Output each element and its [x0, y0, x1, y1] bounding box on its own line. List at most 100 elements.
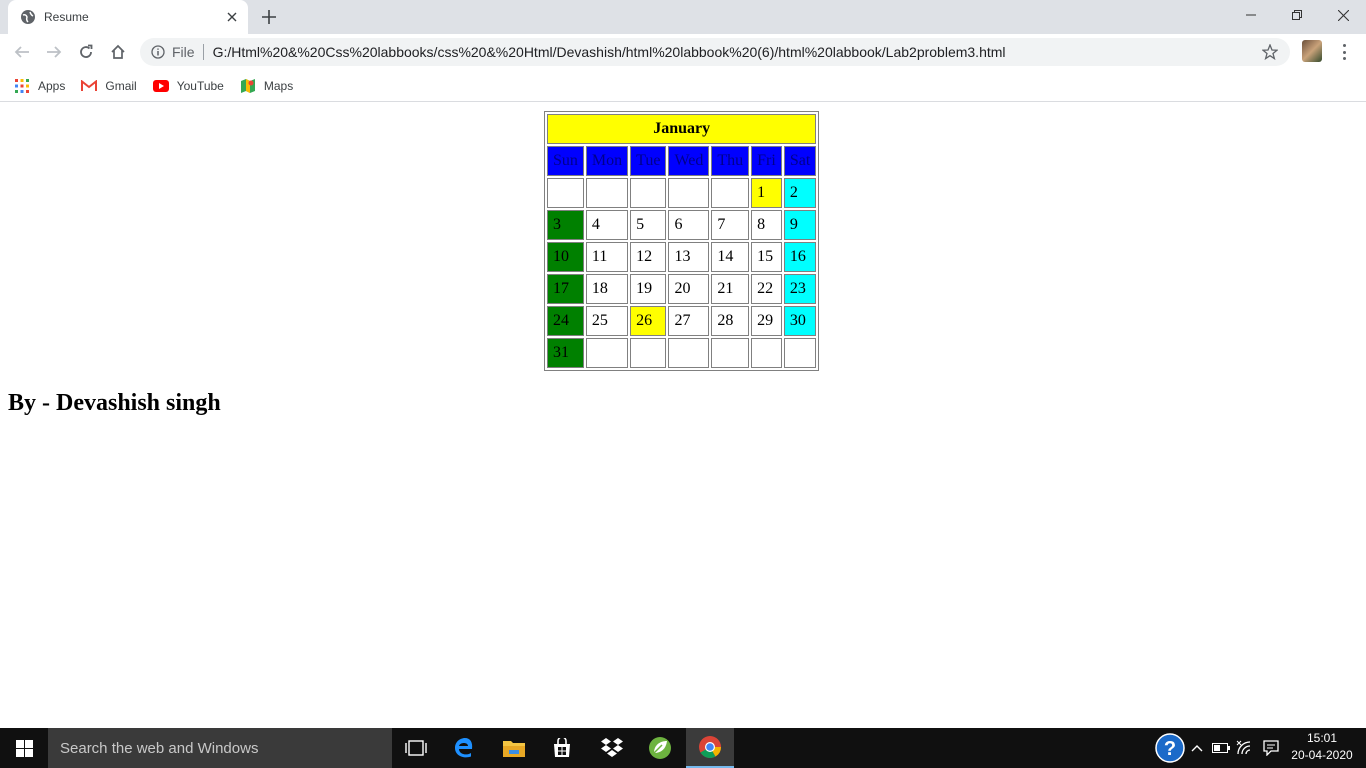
calendar-day-cell-sunday: 10 [547, 242, 584, 272]
calendar-week-row: 1 2 [547, 178, 817, 208]
chevron-up-icon[interactable] [1188, 728, 1206, 768]
dow-tue: Tue [630, 146, 667, 176]
minimize-button[interactable] [1228, 0, 1274, 30]
author-byline: By - Devashish singh [8, 390, 221, 416]
home-icon[interactable] [104, 38, 132, 66]
dow-wed: Wed [668, 146, 710, 176]
system-clock[interactable]: 15:01 20-04-2020 [1284, 730, 1360, 766]
calendar-day-cell: 6 [668, 210, 710, 240]
chrome-taskbar-icon[interactable] [686, 728, 734, 768]
close-window-button[interactable] [1320, 0, 1366, 30]
calendar-day-cell [751, 338, 782, 368]
calendar-day-cell: 14 [711, 242, 750, 272]
bookmark-gmail[interactable]: Gmail [81, 78, 137, 94]
globe-icon [20, 9, 36, 25]
wifi-icon[interactable] [1234, 728, 1258, 768]
calendar-day-cell: 20 [668, 274, 710, 304]
dow-sun: Sun [547, 146, 584, 176]
calendar-day-cell [668, 338, 710, 368]
bookmark-apps[interactable]: Apps [14, 78, 65, 94]
calendar-day-cell-sunday: 3 [547, 210, 584, 240]
calendar-day-cell: 22 [751, 274, 782, 304]
calendar-week-row: 3 4 5 6 7 8 9 [547, 210, 817, 240]
browser-toolbar: File G:/Html%20&%20Css%20labbooks/css%20… [0, 34, 1366, 70]
calendar-day-cell: 28 [711, 306, 750, 336]
calendar-week-row: 31 [547, 338, 817, 368]
calendar-day-cell-sunday: 24 [547, 306, 584, 336]
calendar-day-cell: 19 [630, 274, 667, 304]
calendar-day-cell [668, 178, 710, 208]
bookmark-star-icon[interactable] [1261, 43, 1279, 61]
bookmark-label: Gmail [105, 78, 137, 93]
address-bar[interactable]: File G:/Html%20&%20Css%20labbooks/css%20… [140, 38, 1290, 66]
calendar-day-cell [630, 178, 667, 208]
windows-start-icon[interactable] [0, 728, 48, 768]
new-tab-button[interactable] [258, 6, 280, 28]
tab-strip: Resume [0, 0, 1366, 34]
youtube-icon [152, 78, 169, 94]
calendar-day-cell: 13 [668, 242, 710, 272]
bookmark-label: YouTube [176, 78, 224, 93]
dow-sat: Sat [783, 146, 817, 176]
calendar-day-cell: 27 [668, 306, 710, 336]
calendar-table: January Sun Mon Tue Wed Thu Fri Sat 1 2 [544, 111, 820, 371]
file-explorer-icon[interactable] [490, 728, 538, 768]
calendar-week-row: 24 25 26 27 28 29 30 [547, 306, 817, 336]
task-view-icon[interactable] [392, 728, 440, 768]
back-arrow-icon[interactable] [8, 38, 36, 66]
clock-date: 20-04-2020 [1291, 748, 1353, 762]
help-icon[interactable]: ? [1154, 728, 1186, 768]
dropbox-icon[interactable] [588, 728, 636, 768]
calendar-day-cell: 21 [711, 274, 750, 304]
url-text[interactable]: G:/Html%20&%20Css%20labbooks/css%20&%20H… [213, 44, 1006, 60]
close-tab-icon[interactable] [224, 9, 240, 25]
action-center-icon[interactable] [1260, 728, 1282, 768]
clock-time: 15:01 [1306, 731, 1338, 745]
calendar-day-cell-highlighted: 26 [630, 306, 667, 336]
tab-title: Resume [44, 10, 89, 24]
page-content: January Sun Mon Tue Wed Thu Fri Sat 1 2 [0, 103, 1366, 728]
svg-text:?: ? [1164, 738, 1176, 760]
calendar-day-cell [711, 338, 750, 368]
search-placeholder: Search the web and Windows [60, 739, 259, 757]
calendar-day-cell: 29 [751, 306, 782, 336]
restore-button[interactable] [1274, 0, 1320, 30]
bookmark-label: Apps [38, 78, 66, 93]
bookmark-maps[interactable]: Maps [240, 78, 293, 94]
store-icon[interactable] [538, 728, 586, 768]
calendar-day-cell [711, 178, 750, 208]
profile-avatar[interactable] [1302, 40, 1322, 62]
calendar-day-cell-saturday: 23 [783, 274, 817, 304]
calendar-day-cell-saturday: 16 [783, 242, 817, 272]
calendar-day-cell-sunday: 17 [547, 274, 584, 304]
forward-arrow-icon[interactable] [40, 38, 68, 66]
windows-taskbar: Search the web and Windows ? 15:01 20-04… [0, 728, 1366, 768]
divider [202, 44, 204, 60]
calendar-day-cell-highlighted: 1 [751, 178, 782, 208]
browser-tab[interactable]: Resume [8, 0, 248, 34]
calendar-day-cell: 12 [630, 242, 667, 272]
bookmarks-bar: Apps Gmail YouTube Maps [0, 70, 1366, 102]
dow-mon: Mon [585, 146, 629, 176]
calendar-day-cell: 8 [751, 210, 782, 240]
calendar-week-row: 10 11 12 13 14 15 16 [547, 242, 817, 272]
reload-icon[interactable] [72, 38, 100, 66]
calendar-day-cell: 4 [585, 210, 629, 240]
battery-icon[interactable] [1210, 728, 1232, 768]
bookmark-youtube[interactable]: YouTube [152, 78, 224, 94]
spring-tool-suite-icon[interactable] [636, 728, 684, 768]
calendar-day-cell: 5 [630, 210, 667, 240]
bookmark-label: Maps [263, 78, 294, 93]
info-icon[interactable] [150, 44, 166, 60]
edge-browser-icon[interactable] [440, 728, 488, 768]
calendar-day-cell-saturday: 30 [783, 306, 817, 336]
calendar-week-row: 17 18 19 20 21 22 23 [547, 274, 817, 304]
dow-fri: Fri [751, 146, 782, 176]
menu-kebab-icon[interactable] [1336, 42, 1352, 62]
calendar-day-cell [547, 178, 584, 208]
taskbar-search-input[interactable]: Search the web and Windows [48, 728, 392, 768]
calendar-day-cell: 11 [585, 242, 629, 272]
dow-thu: Thu [711, 146, 750, 176]
calendar-day-cell-saturday: 9 [783, 210, 817, 240]
calendar-day-cell [585, 178, 629, 208]
